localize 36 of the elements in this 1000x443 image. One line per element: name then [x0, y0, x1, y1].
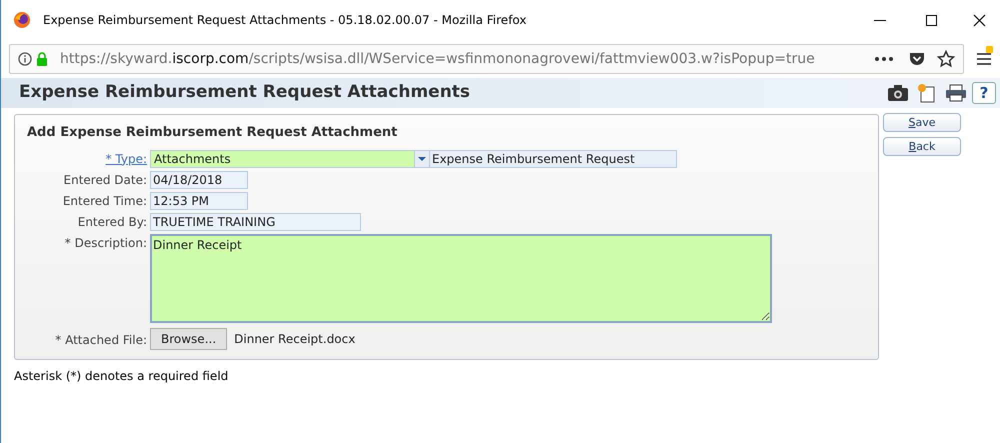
- browser-logo-icon: [13, 11, 31, 29]
- close-icon[interactable]: [973, 14, 986, 26]
- window-title: Expense Reimbursement Request Attachments - 05.18.02.00.07 - Mozilla Firefox: [43, 12, 526, 29]
- help-button[interactable]: ?: [972, 82, 996, 104]
- more-icon[interactable]: [875, 57, 893, 61]
- file-name: Dinner Receipt.docx: [234, 330, 356, 348]
- field-label: * Attached File:: [55, 332, 147, 348]
- action-button[interactable]: Back: [883, 137, 961, 156]
- menu-icon[interactable]: [976, 52, 992, 66]
- readonly-field: TRUETIME TRAINING: [150, 212, 361, 230]
- star-icon[interactable]: [937, 50, 955, 68]
- lock-icon: [36, 52, 48, 66]
- info-icon[interactable]: [18, 52, 32, 66]
- url-text[interactable]: https://skyward.iscorp.com/scripts/wsisa.dll/WService=wsfinmononagrovewi/fattmview003.w?isPopup=true: [60, 48, 815, 70]
- field-label: Entered Date:: [64, 172, 147, 188]
- field-label: * Description:: [64, 234, 147, 252]
- type-dropdown[interactable]: Attachments: [150, 150, 430, 168]
- field-label: Entered Time:: [62, 192, 147, 210]
- camera-icon[interactable]: [885, 82, 911, 104]
- browse-button[interactable]: Browse...: [150, 328, 228, 350]
- page-title: Expense Reimbursement Request Attachments: [19, 81, 470, 104]
- action-button[interactable]: Save: [883, 113, 961, 132]
- type-link[interactable]: * Type:: [106, 150, 147, 168]
- type-description-field: Expense Reimbursement Request: [430, 150, 677, 168]
- pocket-icon[interactable]: [909, 52, 925, 66]
- type-value: Attachments: [153, 150, 232, 166]
- field-label: Entered By:: [78, 214, 147, 230]
- printer-icon[interactable]: [943, 82, 969, 104]
- form-title: Add Expense Reimbursement Request Attachment: [27, 124, 398, 142]
- required-note: Asterisk (*) denotes a required field: [13, 368, 230, 385]
- update-badge: [986, 46, 993, 53]
- maximize-icon[interactable]: [926, 14, 937, 26]
- readonly-field: 12:53 PM: [150, 192, 248, 210]
- description-field[interactable]: Dinner Receipt: [150, 234, 772, 322]
- address-bar[interactable]: https://skyward.iscorp.com/scripts/wsisa.dll/WService=wsfinmononagrovewi/fattmview003.w?isPopup=true: [9, 44, 964, 74]
- readonly-field: 04/18/2018: [150, 170, 248, 188]
